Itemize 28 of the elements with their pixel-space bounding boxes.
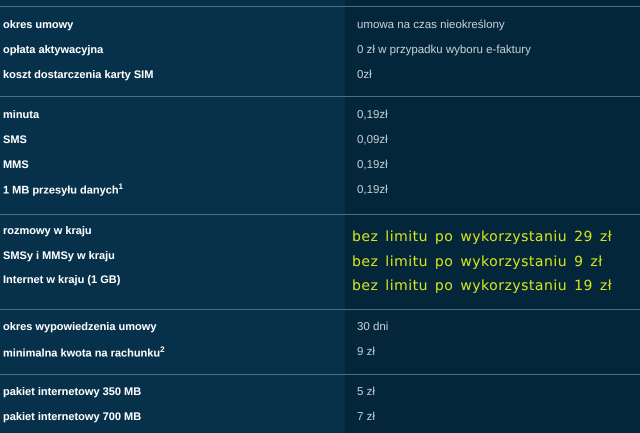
row-label: SMS xyxy=(2,134,28,146)
row-value: 0,19zł xyxy=(357,184,389,196)
row-label: 1 MB przesyłu danych$^{1}$ xyxy=(2,182,124,197)
row-label: pakiet internetowy 350 MB xyxy=(2,386,142,398)
row-label: minimalna kwota na rachunku$^{2}$ xyxy=(2,344,166,360)
row-value: 5 zł xyxy=(357,386,376,398)
row-value: 0zł xyxy=(357,68,373,80)
row-value: 0,09zł xyxy=(357,134,389,146)
row-label: minuta xyxy=(2,108,40,120)
row-label: Internet w kraju (1 GB) xyxy=(2,273,122,286)
row-label: pakiet internetowy 700 MB xyxy=(2,411,142,423)
row-label: SMSy i MMSy w kraju xyxy=(2,248,116,262)
row-value: 7 zł xyxy=(357,411,376,423)
row-label: rozmowy w kraju xyxy=(2,224,93,237)
row-value: 0,19zł xyxy=(357,108,389,120)
row-value: 0,19zł xyxy=(357,158,389,170)
row-value: umowa na czas nieokreślony xyxy=(357,18,506,30)
row-label: opłata aktywacyjna xyxy=(2,44,104,56)
row-label: okres wypowiedzenia umowy xyxy=(2,321,158,333)
row-value: bez limitu po wykorzystaniu 29 zł xyxy=(352,228,614,246)
row-value: 9 zł xyxy=(357,346,376,358)
row-label: okres umowy xyxy=(2,18,74,30)
row-value: 0 zł w przypadku wyboru e-faktury xyxy=(357,44,532,56)
row-value: bez limitu po wykorzystaniu 9 zł xyxy=(352,252,604,270)
row-label: koszt dostarczenia karty SIM xyxy=(2,68,154,80)
row-value: 30 dni xyxy=(357,321,390,333)
row-value: bez limitu po wykorzystaniu 19 zł xyxy=(352,277,614,294)
row-label: MMS xyxy=(2,158,30,170)
